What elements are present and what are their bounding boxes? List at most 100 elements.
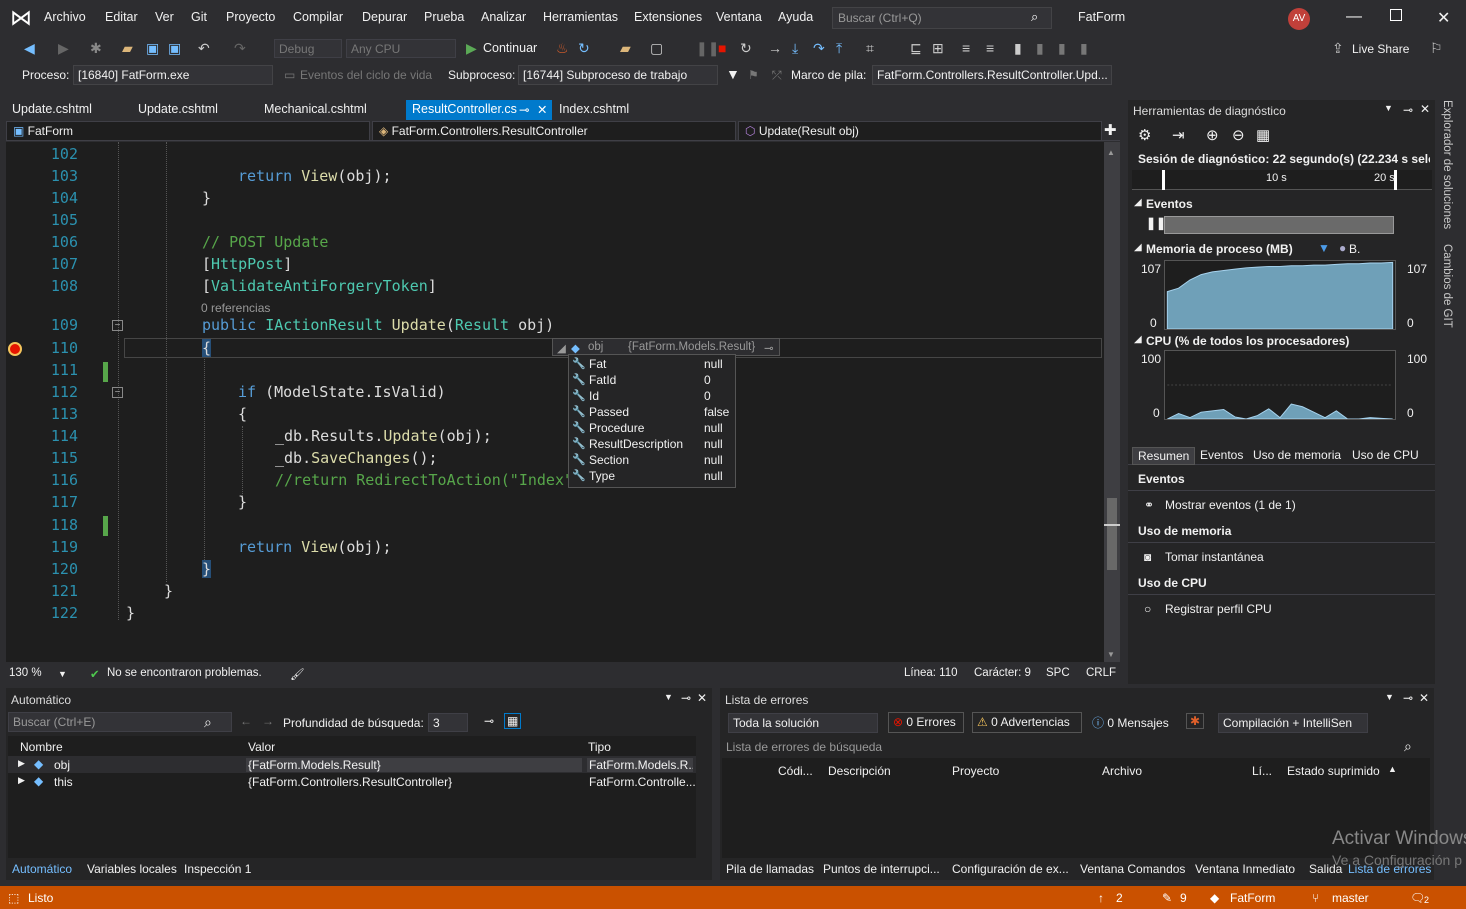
restart-icon[interactable]: ↻ — [740, 40, 752, 57]
chevron-down-icon[interactable]: ▼ — [58, 669, 67, 679]
show-next-statement-icon[interactable]: → — [768, 40, 782, 56]
tab-update-cshtml-2[interactable]: Update.cshtml — [132, 100, 224, 120]
scope-dropdown[interactable]: Toda la solución — [728, 713, 878, 733]
export-icon[interactable]: ⇥ — [1172, 126, 1185, 144]
branch-icon[interactable]: ⑂ — [1312, 891, 1319, 905]
errors-filter-button[interactable]: ⊗ 0 Errores — [888, 712, 964, 733]
memory-chart[interactable] — [1164, 260, 1396, 330]
code-lens-references[interactable]: 0 referencias — [201, 301, 270, 315]
thread-switch-icon[interactable]: ⤱ — [772, 68, 782, 83]
bookmark-icon[interactable]: ▮ — [1014, 40, 1022, 57]
pin-icon[interactable]: ⊸ — [1403, 691, 1413, 705]
menu-proyecto[interactable]: Proyecto — [226, 10, 275, 24]
menu-editar[interactable]: Editar — [105, 10, 138, 24]
search-icon[interactable]: ⌕ — [1404, 738, 1412, 755]
menu-ver[interactable]: Ver — [155, 10, 174, 24]
forward-icon[interactable]: ▶ — [58, 40, 69, 57]
grid-view-icon[interactable]: ▦ — [504, 713, 522, 729]
collapse-icon[interactable]: ◢ — [1134, 334, 1142, 345]
search-icon[interactable]: ⌕ — [204, 714, 212, 731]
save-icon[interactable]: ▣ — [146, 40, 159, 57]
bookmark-next-icon[interactable]: ▮ — [1058, 40, 1066, 57]
column-header[interactable]: Estado suprimido — [1287, 764, 1380, 778]
repository-name[interactable]: FatForm — [1230, 891, 1275, 905]
menu-archivo[interactable]: Archivo — [44, 10, 86, 24]
scroll-up-icon[interactable]: ▲ — [1107, 148, 1115, 157]
datatip-row[interactable]: 🔧 Passed false — [569, 405, 735, 421]
tab-mechanical-cshtml[interactable]: Mechanical.cshtml — [258, 100, 373, 120]
stack-frame-dropdown[interactable]: FatForm.Controllers.ResultController.Upd… — [872, 65, 1112, 85]
code-editor[interactable]: − − 102 103 104 105 106 107 108 109 110 … — [6, 142, 1104, 662]
stop-icon[interactable]: ■ — [718, 40, 726, 56]
table-row[interactable]: ▶ ◆ this {FatForm.Controllers.ResultCont… — [8, 773, 696, 790]
tab-exception-settings[interactable]: Configuración de ex... — [952, 862, 1069, 876]
error-search-input[interactable]: Lista de errores de búsqueda — [726, 740, 882, 754]
undo-icon[interactable]: ↶ — [198, 40, 210, 57]
datatip-row[interactable]: 🔧 Id 0 — [569, 389, 735, 405]
lifecycle-events-button[interactable]: Eventos del ciclo de vida — [300, 68, 432, 82]
tab-immediate-window[interactable]: Ventana Inmediato — [1195, 862, 1295, 876]
tab-git-changes[interactable]: Cambios de GIT — [1441, 244, 1453, 328]
bookmark-prev-icon[interactable]: ▮ — [1036, 40, 1044, 57]
show-events-link[interactable]: Mostrar eventos (1 de 1) — [1165, 498, 1296, 512]
menu-herramientas[interactable]: Herramientas — [543, 10, 618, 24]
expand-icon[interactable]: ▶ — [18, 775, 25, 786]
variable-value[interactable]: {FatForm.Controllers.ResultController} — [248, 775, 452, 789]
process-dropdown[interactable]: [16840] FatForm.exe — [73, 65, 273, 85]
variable-value[interactable]: {FatForm.Models.Result} — [246, 758, 582, 772]
pin-icon[interactable]: ⊸ — [681, 691, 691, 705]
datatip-row[interactable]: 🔧 Fat null — [569, 357, 735, 373]
tab-call-stack[interactable]: Pila de llamadas — [726, 862, 814, 876]
thread-dropdown[interactable]: [16744] Subproceso de trabajo — [518, 65, 718, 85]
timeline-start-handle[interactable] — [1162, 170, 1165, 190]
column-header[interactable]: Tipo — [588, 740, 611, 754]
scroll-down-icon[interactable]: ▼ — [1107, 650, 1115, 659]
reset-zoom-icon[interactable]: ▦ — [1256, 126, 1270, 144]
tab-uso-cpu[interactable]: Uso de CPU — [1352, 448, 1419, 462]
unpushed-count[interactable]: 2 — [1116, 891, 1123, 905]
search-icon[interactable]: ⌕ — [1031, 9, 1038, 25]
column-header[interactable]: Proyecto — [952, 764, 999, 778]
pin-icon[interactable]: ⊸ — [519, 102, 529, 117]
datatip-row[interactable]: 🔧 Type null — [569, 469, 735, 485]
table-row[interactable]: ▶ ◆ obj {FatForm.Models.Result} FatForm.… — [8, 756, 696, 773]
menu-extensiones[interactable]: Extensiones — [634, 10, 702, 24]
split-editor-icon[interactable]: ✚ — [1104, 121, 1117, 139]
collapse-icon[interactable]: ◢ — [1134, 242, 1142, 253]
avatar[interactable]: AV — [1288, 8, 1310, 30]
datatip-row[interactable]: 🔧 Procedure null — [569, 421, 735, 437]
redo-icon[interactable]: ↷ — [234, 40, 246, 57]
warnings-filter-button[interactable]: ⚠ 0 Advertencias — [972, 712, 1082, 733]
tab-resultcontroller-cs[interactable]: ResultController.cs ⊸ ✕ — [406, 100, 552, 120]
uncomment-icon[interactable]: ≡ — [986, 40, 994, 56]
threads-icon[interactable]: ⊑ — [910, 40, 922, 57]
changes-count[interactable]: 9 — [1180, 891, 1187, 905]
step-into-icon[interactable]: ⤓ — [792, 40, 798, 57]
menu-ventana[interactable]: Ventana — [716, 10, 762, 24]
step-out-icon[interactable]: ⤒ — [836, 40, 842, 57]
record-cpu-profile-button[interactable]: Registrar perfil CPU — [1165, 602, 1272, 616]
branch-name[interactable]: master — [1332, 891, 1369, 905]
step-over-icon[interactable]: ↷ — [813, 40, 825, 57]
autos-search-input[interactable]: Buscar (Ctrl+E) — [8, 712, 232, 732]
tab-inspeccion[interactable]: Inspección 1 — [184, 862, 251, 876]
back-icon[interactable]: ← — [240, 714, 252, 728]
lifecycle-events-icon[interactable]: ▭ — [284, 68, 295, 82]
zoom-out-icon[interactable]: ⊖ — [1232, 126, 1245, 144]
close-icon[interactable]: ✕ — [697, 691, 707, 705]
play-icon[interactable]: ▶ — [466, 40, 477, 57]
bookmark-clear-icon[interactable]: ▮ — [1080, 40, 1088, 57]
column-header[interactable]: Valor — [248, 740, 275, 754]
char-indicator[interactable]: Carácter: 9 — [974, 667, 1031, 679]
timeline-ruler[interactable]: 10 s 20 s — [1132, 170, 1432, 190]
pin-icon[interactable]: ⊸ — [764, 341, 774, 355]
notifications-icon[interactable]: 🗨 — [1410, 891, 1425, 905]
minimize-icon[interactable]: — — [1346, 8, 1362, 26]
tab-eventos[interactable]: Eventos — [1200, 448, 1243, 462]
folder-icon[interactable]: ▰ — [620, 40, 631, 57]
editor-vertical-scrollbar[interactable]: ▲ ▼ — [1104, 142, 1120, 662]
collapse-icon[interactable]: − — [112, 320, 123, 331]
save-all-icon[interactable]: ▣ — [168, 40, 181, 57]
visual-studio-logo-icon[interactable]: ⋈ — [10, 7, 34, 29]
flag-icon[interactable]: ⚑ — [748, 68, 759, 82]
